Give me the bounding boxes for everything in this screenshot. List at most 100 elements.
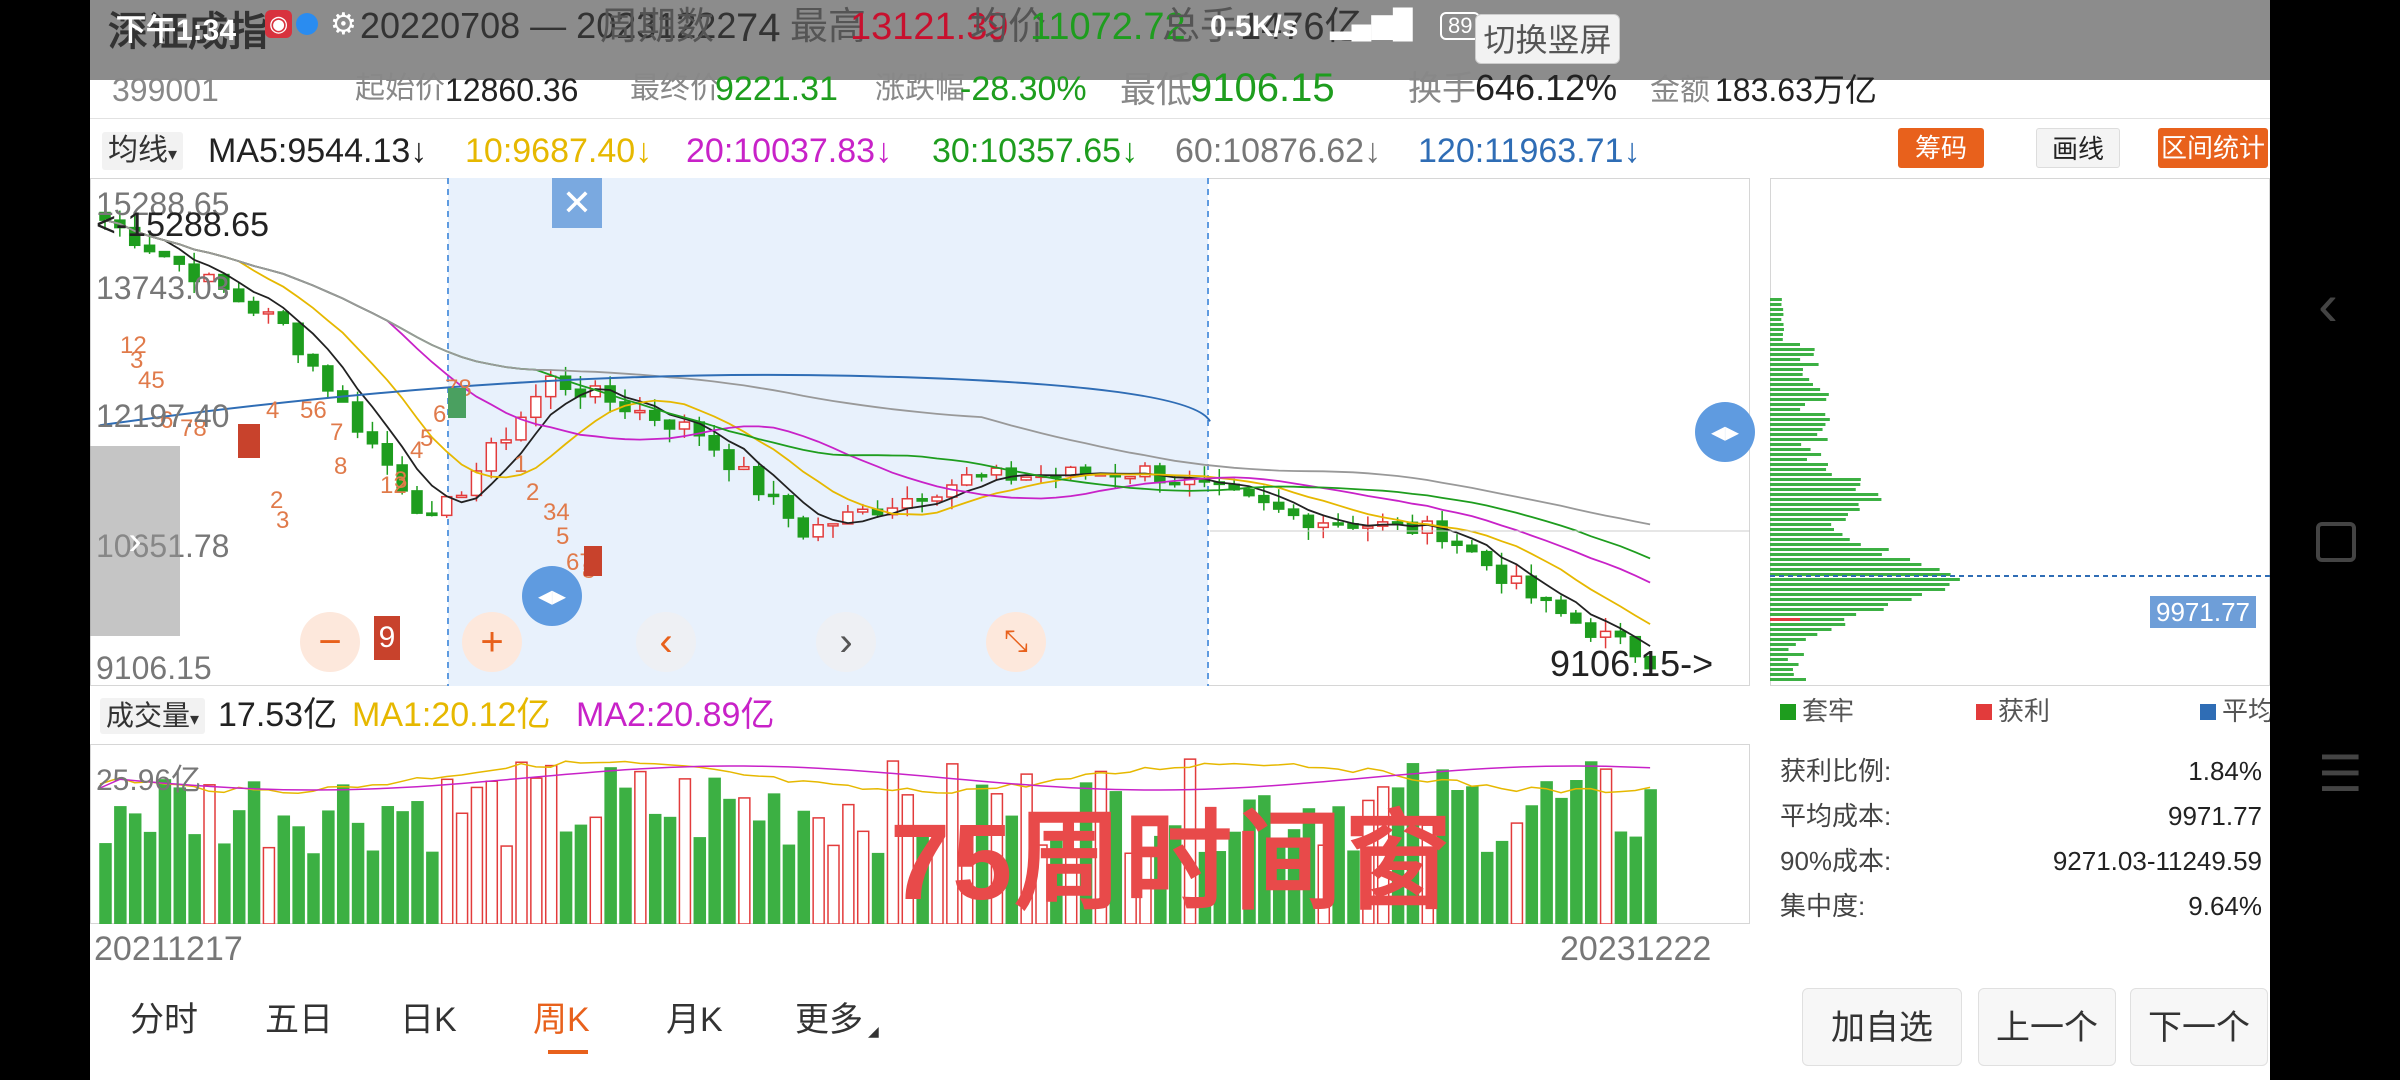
tab-monthly[interactable]: 月K [666,1003,723,1037]
volume-selector[interactable]: 成交量▾ [100,698,206,734]
high-marker: <-15288.65 [96,206,269,244]
td-count-label: 2 [526,479,539,506]
volume-bar [1495,840,1509,924]
chip-bar [1770,568,1940,571]
candle-body [440,495,453,517]
tab-more[interactable]: 更多 [795,1003,863,1037]
volume-bar [426,851,439,924]
range-handle-left[interactable]: ◂▸ [522,566,582,626]
chip-bar-profit [1770,618,1800,621]
zoom-in-icon[interactable]: + [462,612,522,672]
candle-body [1599,630,1612,638]
chip-bar [1770,378,1810,381]
chip-bar [1770,298,1782,301]
volume-bar [530,777,543,924]
chip-bar [1770,473,1832,476]
price-chart[interactable]: 1234567845678231234567812345678 [90,178,1750,686]
notify-icon: ◉ [265,10,293,38]
next-button[interactable]: 下一个 [2130,988,2268,1066]
scroll-right-icon[interactable]: › [816,612,876,672]
ma-selector[interactable]: 均线▾ [102,132,184,170]
zoom-out-icon[interactable]: − [300,612,360,672]
prev-button[interactable]: 上一个 [1978,988,2116,1066]
tab-weekly[interactable]: 周K [533,1003,590,1037]
chip-bar [1770,333,1783,336]
back-icon[interactable]: ‹ [2318,270,2338,339]
volume-value: 17.53亿 [218,696,338,734]
chip-bar [1770,543,1861,546]
candle-body [1391,521,1404,525]
collapse-icon[interactable]: ⤡ [986,612,1046,672]
close-range-icon[interactable]: ✕ [552,178,602,228]
chip-bar [1770,558,1911,561]
candle-body [1480,550,1493,567]
app-icon [296,13,318,35]
range-handle-right[interactable]: ◂▸ [1695,402,1755,462]
candle-body [381,443,394,466]
candle-body [232,288,245,303]
tab-intraday[interactable]: 分时 [130,1003,198,1037]
switch-portrait-button[interactable]: 切换竖屏 [1475,14,1620,64]
tab-five-day[interactable]: 五日 [265,1003,333,1037]
volume-bar [218,843,231,924]
volume-bar [322,810,335,924]
draw-line-button[interactable]: 画线 [2036,128,2120,168]
volume-bar [381,806,395,924]
chip-bar [1770,398,1827,401]
volume-bar [485,780,499,924]
volume-bar [1510,822,1524,924]
y-label-bottom: 9106.15 [96,650,212,686]
chip-bar [1770,483,1861,486]
expand-panel-icon[interactable]: › [90,446,180,636]
chevron-down-icon: ▾ [190,709,200,729]
chip-bar [1770,593,1922,596]
chip-bar [1770,338,1783,341]
legend-blue-swatch [2200,704,2216,720]
candle-body [648,409,661,421]
stat-label: 平均成本: [1780,801,1892,831]
chip-bar [1770,668,1793,671]
chevron-down-icon: ▾ [168,144,178,164]
candle-body [559,375,572,390]
scroll-left-icon[interactable]: ‹ [636,612,696,672]
stat-value: 9271.03-11249.59 [2052,846,2262,876]
chip-bar [1770,413,1826,416]
volume-bar [827,844,840,924]
candle-body [1020,476,1032,481]
chip-bar [1770,628,1832,631]
candle-body [723,449,735,471]
add-watchlist-button[interactable]: 加自选 [1802,988,1962,1066]
chip-bar [1770,428,1823,431]
candle-body [262,311,275,315]
chip-bar [1770,653,1804,656]
candle-body [1168,481,1181,486]
avg-cost-tag: 9971.77 [2150,596,2256,628]
settings-icon: ⚙ [330,8,357,41]
volume-bar [455,812,469,924]
chip-bar [1770,403,1806,406]
range-stats-button[interactable]: 区间统计 [2158,128,2268,168]
volume-bar [1540,781,1553,924]
end-value: 9221.31 [715,70,838,108]
volume-bar [1555,797,1568,924]
chip-bar [1770,498,1882,501]
home-icon[interactable] [2316,522,2356,562]
start-value: 12860.36 [445,72,579,108]
chip-bar [1770,538,1850,541]
candle-body [277,311,290,325]
candle-body [797,517,810,538]
change-label: 涨跌幅 [875,72,965,105]
candle-body [1540,596,1552,602]
candle-body [1584,622,1597,638]
chips-button[interactable]: 筹码 [1898,128,1984,168]
chip-bar [1770,623,1846,626]
volume-bar [856,830,870,924]
volume-bar [619,787,632,924]
chip-bar [1770,563,1922,566]
menu-icon[interactable]: ☰ [2318,745,2363,803]
period-value: 74 [736,6,781,50]
volume-bar [1480,851,1494,924]
candle-body [544,375,557,398]
candle-body [960,474,973,486]
tab-daily[interactable]: 日K [400,1003,457,1037]
